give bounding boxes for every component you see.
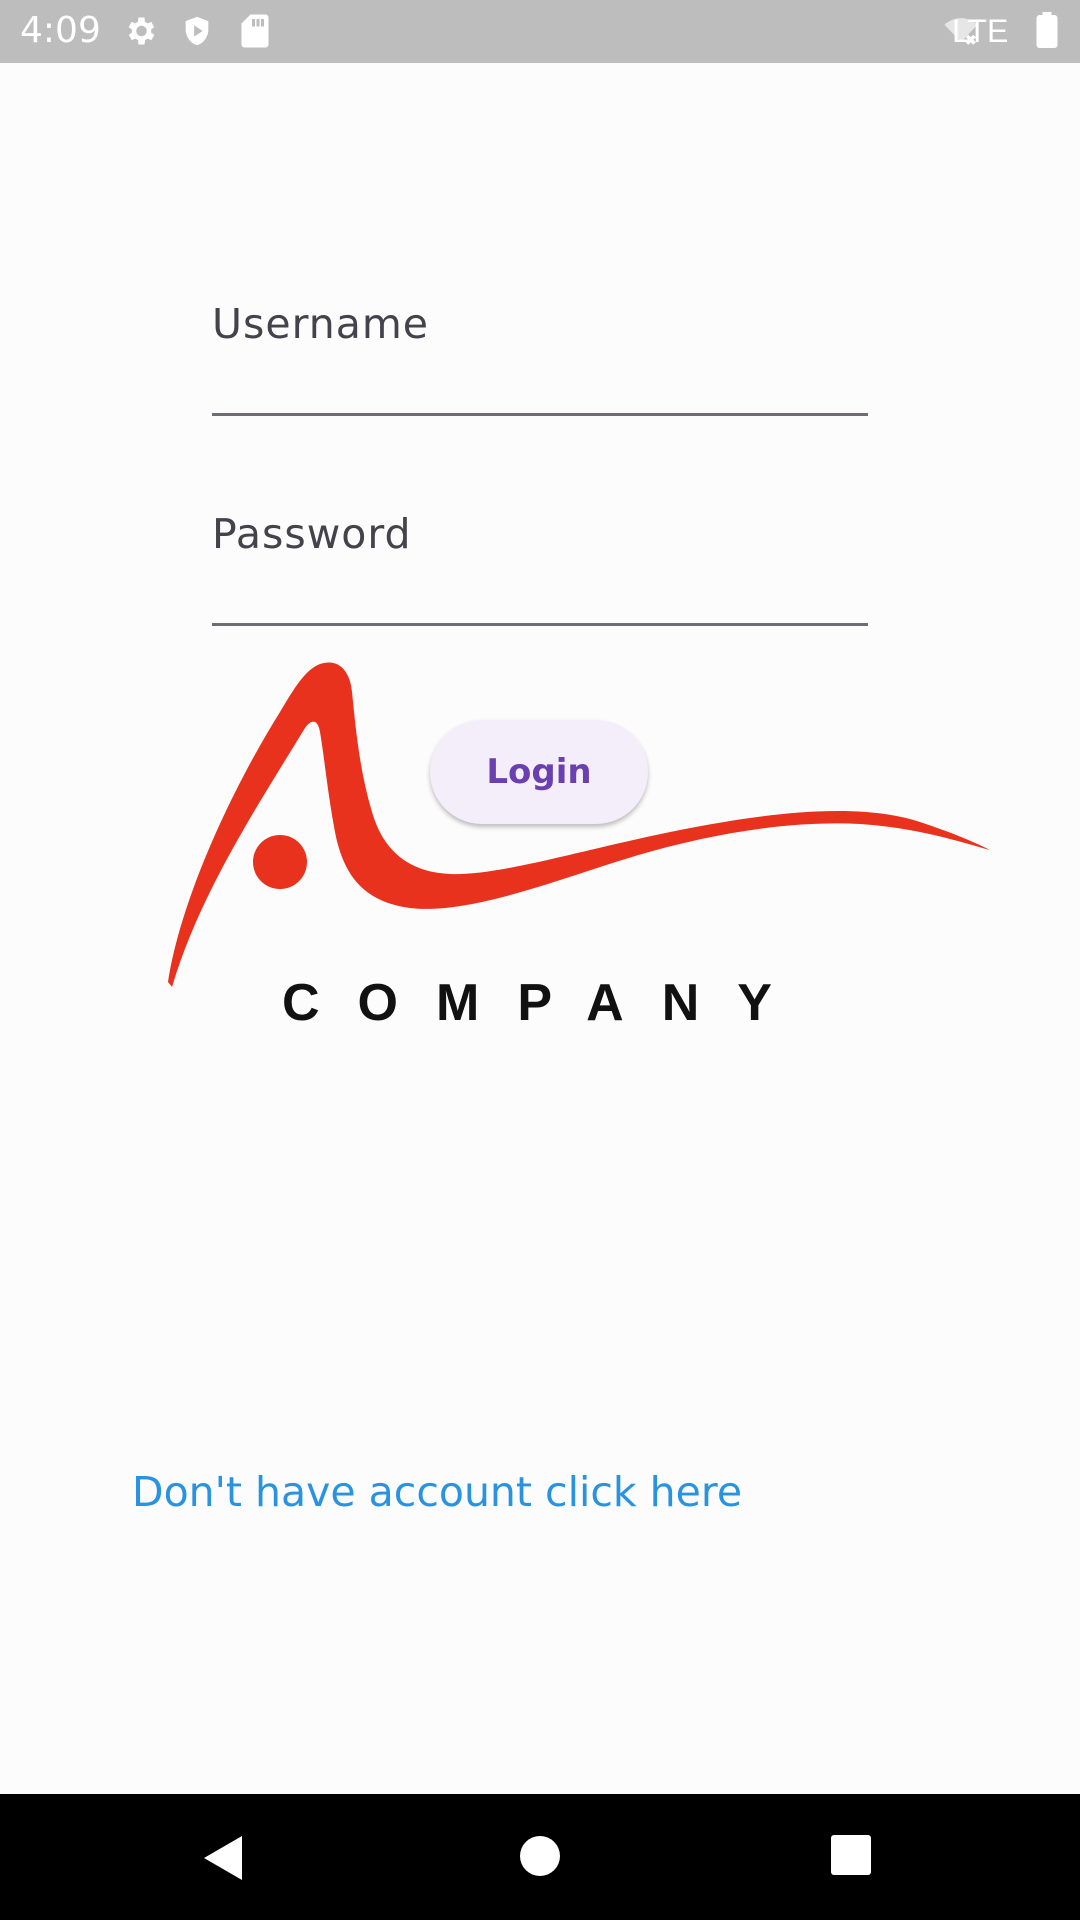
password-underline	[212, 623, 868, 626]
login-button[interactable]: Login	[430, 720, 648, 824]
username-underline	[212, 413, 868, 416]
logo-wordmark: COMPANY	[282, 974, 810, 1032]
status-time: 4:09	[20, 10, 101, 51]
login-screen: Username Password COMPANY Login Don't ha…	[0, 63, 1080, 1794]
gear-icon	[128, 17, 155, 45]
password-label: Password	[212, 510, 412, 558]
signup-link[interactable]: Don't have account click here	[132, 1468, 742, 1516]
network-type: LTE	[952, 13, 1009, 49]
home-icon[interactable]	[518, 1834, 562, 1878]
navigation-bar	[0, 1794, 1080, 1920]
password-field[interactable]: Password	[212, 510, 868, 630]
shield-play-icon	[185, 16, 209, 46]
recents-icon[interactable]	[830, 1834, 872, 1876]
sd-card-icon	[241, 14, 269, 48]
status-bar: 4:09 LTE	[0, 0, 1080, 63]
username-field[interactable]: Username	[212, 300, 868, 420]
battery-icon	[1036, 12, 1058, 48]
logo-swoosh	[168, 662, 990, 987]
username-label: Username	[212, 300, 430, 348]
logo-dot	[253, 835, 307, 889]
back-icon[interactable]	[200, 1834, 246, 1882]
